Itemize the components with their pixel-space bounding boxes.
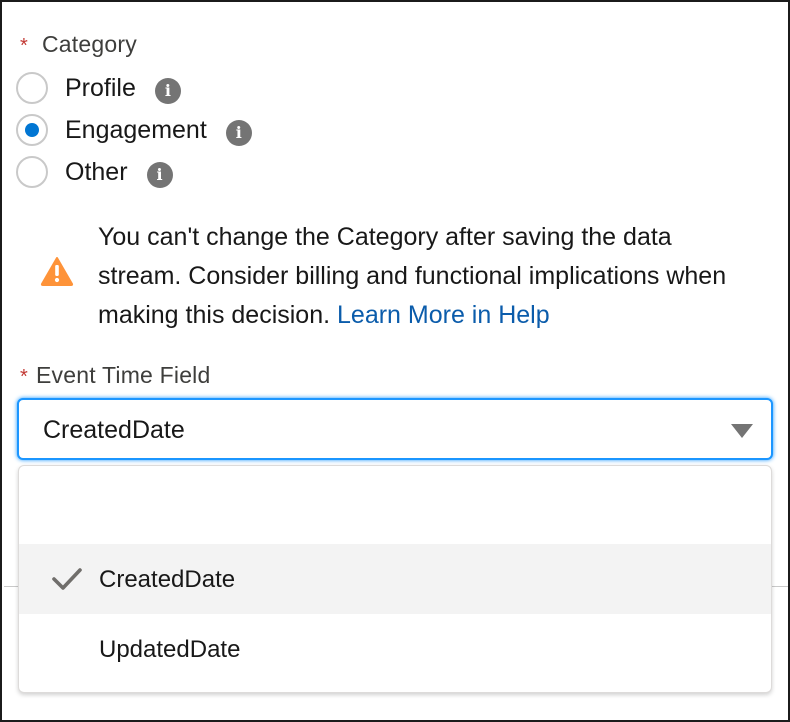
event-time-field-combobox[interactable]: CreatedDate	[17, 398, 773, 460]
option-label: CreatedDate	[99, 566, 236, 593]
chevron-down-icon[interactable]	[731, 424, 753, 438]
radio-button-checked[interactable]	[16, 114, 48, 146]
info-icon[interactable]: i	[146, 162, 173, 188]
radio-label-engagement: Engagement	[65, 115, 207, 144]
form-panel: * Category Profile i Engagement i Other …	[0, 0, 790, 722]
combobox-value: CreatedDate	[43, 416, 185, 444]
listbox-option-createddate[interactable]: CreatedDate	[19, 544, 771, 614]
radio-label-profile: Profile	[65, 73, 136, 102]
option-label: UpdatedDate	[99, 636, 241, 663]
info-icon[interactable]: i	[154, 78, 181, 104]
learn-more-link[interactable]: Learn More in Help	[337, 301, 550, 329]
listbox-option-empty[interactable]	[19, 474, 771, 544]
required-marker: *	[20, 35, 28, 57]
radio-option-profile[interactable]: Profile i	[16, 71, 181, 105]
radio-option-other[interactable]: Other i	[16, 155, 173, 189]
required-marker: *	[20, 366, 28, 388]
warning-message: You can't change the Category after savi…	[98, 218, 758, 335]
radio-button[interactable]	[16, 156, 48, 188]
radio-button[interactable]	[16, 72, 48, 104]
category-label: Category	[42, 31, 137, 57]
info-icon[interactable]: i	[225, 120, 252, 146]
radio-option-engagement[interactable]: Engagement i	[16, 113, 252, 147]
warning-icon	[40, 256, 74, 291]
listbox-option-updateddate[interactable]: UpdatedDate	[19, 614, 771, 684]
event-time-field-listbox: CreatedDate UpdatedDate	[18, 465, 772, 693]
checkmark-icon	[51, 566, 83, 597]
event-time-field-label: Event Time Field	[36, 362, 211, 388]
radio-label-other: Other	[65, 157, 128, 186]
